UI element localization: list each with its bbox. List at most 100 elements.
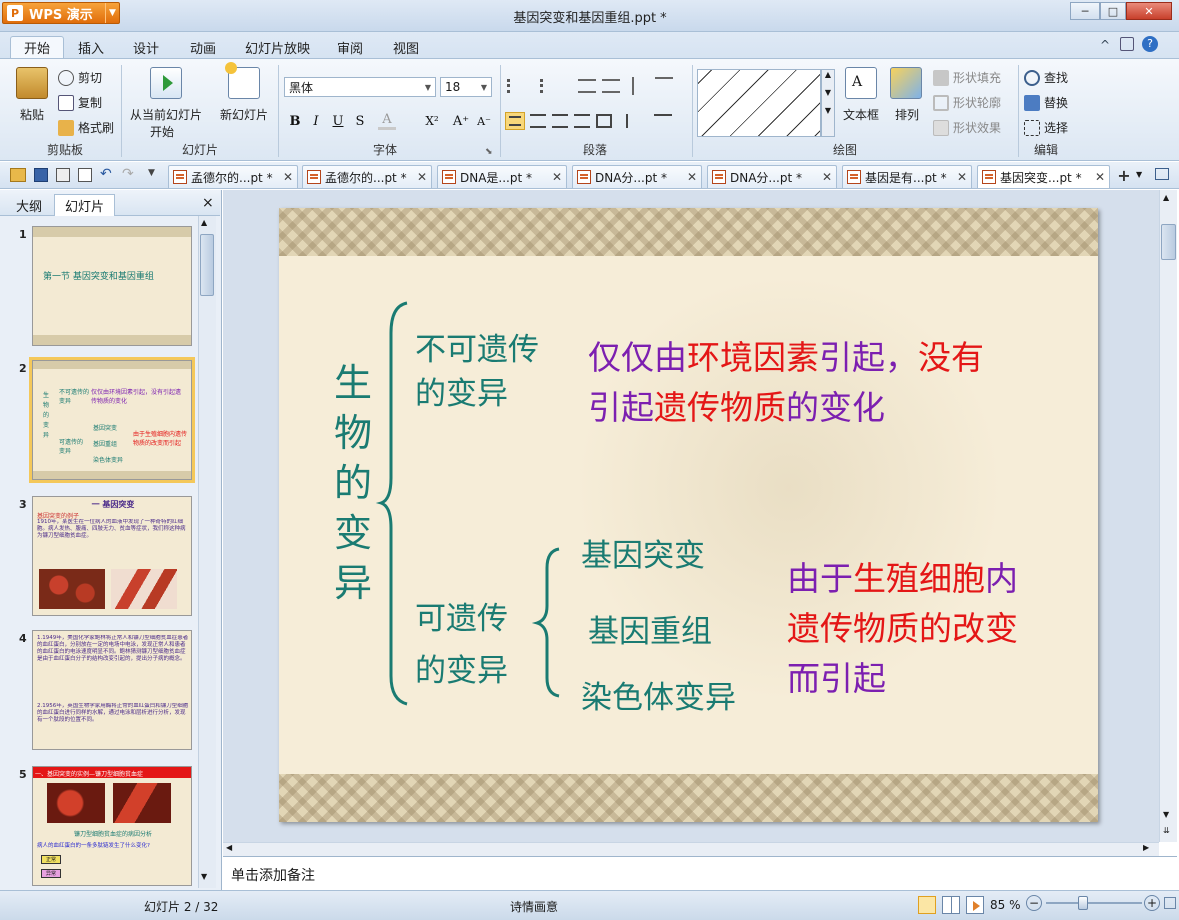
close-tab-icon[interactable]: ✕ <box>687 170 697 184</box>
font-size-select[interactable]: 18 ▼ <box>440 77 492 97</box>
close-tab-icon[interactable]: ✕ <box>957 170 967 184</box>
help-icon[interactable]: ? <box>1142 36 1158 52</box>
shape-outline-button[interactable]: 形状轮廓 <box>933 94 1001 111</box>
tab-design[interactable]: 设计 <box>120 36 172 58</box>
superscript-button[interactable]: X² <box>420 112 444 130</box>
scroll-thumb[interactable] <box>1161 224 1176 260</box>
tab-slides[interactable]: 幻灯片 <box>54 194 116 216</box>
align-left-button[interactable] <box>505 112 525 130</box>
numbering-icon[interactable] <box>540 79 560 93</box>
format-painter-button[interactable]: 格式刷 <box>58 119 114 136</box>
scroll-down-icon[interactable]: ▼ <box>201 872 207 881</box>
copy-button[interactable]: 复制 <box>58 94 102 111</box>
doc-tab[interactable]: DNA是...pt * ✕ <box>437 165 567 188</box>
align-center-button[interactable] <box>530 114 546 128</box>
close-button[interactable]: ✕ <box>1126 2 1172 20</box>
text-direction-icon[interactable] <box>632 77 650 95</box>
from-current-button[interactable]: 从当前幻灯片 <box>130 106 202 123</box>
tab-view[interactable]: 视图 <box>380 36 432 58</box>
window-switch-icon[interactable] <box>1155 168 1169 180</box>
arrange-button[interactable]: 排列 <box>895 106 919 123</box>
font-color-button[interactable]: A <box>378 112 396 130</box>
normal-view-icon[interactable] <box>918 896 936 914</box>
tab-slideshow[interactable]: 幻灯片放映 <box>232 36 323 58</box>
doc-tab[interactable]: 基因是有...pt * ✕ <box>842 165 972 188</box>
slide-thumbnail-5[interactable]: 一、基因突变的实例—镰刀型细胞贫血症 镰刀型细胞贫血症的病因分析 病人的血红蛋白… <box>32 766 192 886</box>
slide-thumbnail-3[interactable]: 一 基因突变 基因突变的例子 1910年，某医生在一位病人的血液中发现了一种奇特… <box>32 496 192 616</box>
scroll-right-icon[interactable]: ▶ <box>1143 843 1149 852</box>
zoom-out-button[interactable]: − <box>1026 895 1042 911</box>
line-spacing-icon[interactable] <box>626 114 644 128</box>
tab-animation[interactable]: 动画 <box>177 36 229 58</box>
slide-thumbnail-2[interactable]: 生物的变异 不可遗传的变异 可遗传的变异 仅仅由环境因素引起，没有引起遗传物质的… <box>29 357 195 483</box>
doc-tab[interactable]: 孟德尔的...pt * ✕ <box>302 165 432 188</box>
next-slide-icon[interactable]: ⇊ <box>1163 826 1170 835</box>
horizontal-scrollbar[interactable]: ◀ ▶ <box>223 842 1159 856</box>
vertical-scrollbar[interactable]: ▲ ▼ ⇊ <box>1159 190 1177 842</box>
doc-tab[interactable]: DNA分...pt * ✕ <box>707 165 837 188</box>
slide-canvas[interactable]: 生 物 的 变 异 不可遗传 的变异 仅仅由环境因素引起，没有 引起遗传物质的变… <box>279 208 1098 822</box>
minimize-button[interactable]: ─ <box>1070 2 1100 20</box>
grow-font-button[interactable]: A⁺ <box>450 112 472 130</box>
fit-window-icon[interactable] <box>1164 897 1176 909</box>
select-button[interactable]: 选择 <box>1024 119 1068 136</box>
increase-indent-icon[interactable] <box>602 79 620 93</box>
scroll-left-icon[interactable]: ◀ <box>226 843 232 852</box>
zoom-slider-thumb[interactable] <box>1078 896 1088 910</box>
align-text-icon[interactable] <box>655 77 673 95</box>
shape-gallery[interactable] <box>697 69 821 137</box>
cut-button[interactable]: 剪切 <box>58 69 102 86</box>
distribute-button[interactable] <box>596 114 612 128</box>
maximize-button[interactable]: □ <box>1100 2 1126 20</box>
new-tab-button[interactable]: + <box>1114 166 1134 186</box>
undo-icon[interactable]: ↶ <box>100 166 112 182</box>
skin-icon[interactable] <box>1120 37 1134 51</box>
slide-sorter-icon[interactable] <box>942 896 960 914</box>
slide-thumbnail-4[interactable]: 1.1949年，美国化学家鲍林将正常人和镰刀型细胞贫血症患者的血红蛋白，分别放在… <box>32 630 192 750</box>
scroll-thumb[interactable] <box>200 234 214 296</box>
collapse-ribbon-icon[interactable]: ^ <box>1100 38 1110 52</box>
doc-tab-active[interactable]: 基因突变...pt * ✕ <box>977 165 1110 188</box>
zoom-slider-track[interactable] <box>1046 902 1142 904</box>
tab-insert[interactable]: 插入 <box>65 36 117 58</box>
close-tab-icon[interactable]: ✕ <box>1095 170 1105 184</box>
close-tab-icon[interactable]: ✕ <box>283 170 293 184</box>
scroll-up-icon[interactable]: ▲ <box>1163 193 1169 202</box>
slideshow-icon[interactable] <box>966 896 984 914</box>
paste-button[interactable]: 粘贴 <box>20 106 44 123</box>
bullets-icon[interactable] <box>507 79 527 93</box>
slide-thumbnail-1[interactable]: 第一节 基因突变和基因重组 <box>32 226 192 346</box>
zoom-in-button[interactable]: + <box>1144 895 1160 911</box>
justify-button[interactable] <box>574 114 590 128</box>
doc-tab[interactable]: DNA分...pt * ✕ <box>572 165 702 188</box>
scroll-up-icon[interactable]: ▲ <box>201 218 207 227</box>
close-tab-icon[interactable]: ✕ <box>417 170 427 184</box>
italic-button[interactable]: I <box>307 112 325 130</box>
quick-access-more-icon[interactable]: ▼ <box>148 168 155 178</box>
tab-list-icon[interactable]: ▼ <box>1136 170 1142 179</box>
shape-fill-button[interactable]: 形状填充 <box>933 69 1001 86</box>
dialog-launcher-icon[interactable]: ⬊ <box>485 147 493 157</box>
shape-effect-button[interactable]: 形状效果 <box>933 119 1001 136</box>
open-folder-icon[interactable] <box>10 168 26 182</box>
scroll-down-icon[interactable]: ▼ <box>1163 810 1169 819</box>
paragraph-spacing-icon[interactable] <box>654 114 672 128</box>
decrease-indent-icon[interactable] <box>578 79 596 93</box>
tab-home[interactable]: 开始 <box>10 36 65 58</box>
close-panel-icon[interactable]: × <box>202 195 214 211</box>
new-slide-button[interactable]: 新幻灯片 <box>220 106 268 123</box>
close-tab-icon[interactable]: ✕ <box>552 170 562 184</box>
close-tab-icon[interactable]: ✕ <box>822 170 832 184</box>
shrink-font-button[interactable]: A⁻ <box>474 112 494 130</box>
notes-pane[interactable]: 单击添加备注 <box>223 856 1177 890</box>
textbox-button[interactable]: 文本框 <box>843 106 879 123</box>
thumbnail-scrollbar[interactable]: ▲ ▼ <box>198 216 216 888</box>
bold-button[interactable]: B <box>286 112 304 130</box>
underline-button[interactable]: U <box>329 112 347 130</box>
redo-icon[interactable]: ↷ <box>122 166 134 182</box>
print-icon[interactable] <box>56 168 70 182</box>
shape-gallery-scroll[interactable]: ▲ ▼ ▼ <box>821 69 835 137</box>
replace-button[interactable]: 替换 <box>1024 94 1068 111</box>
print-preview-icon[interactable] <box>78 168 92 182</box>
save-icon[interactable] <box>34 168 48 182</box>
